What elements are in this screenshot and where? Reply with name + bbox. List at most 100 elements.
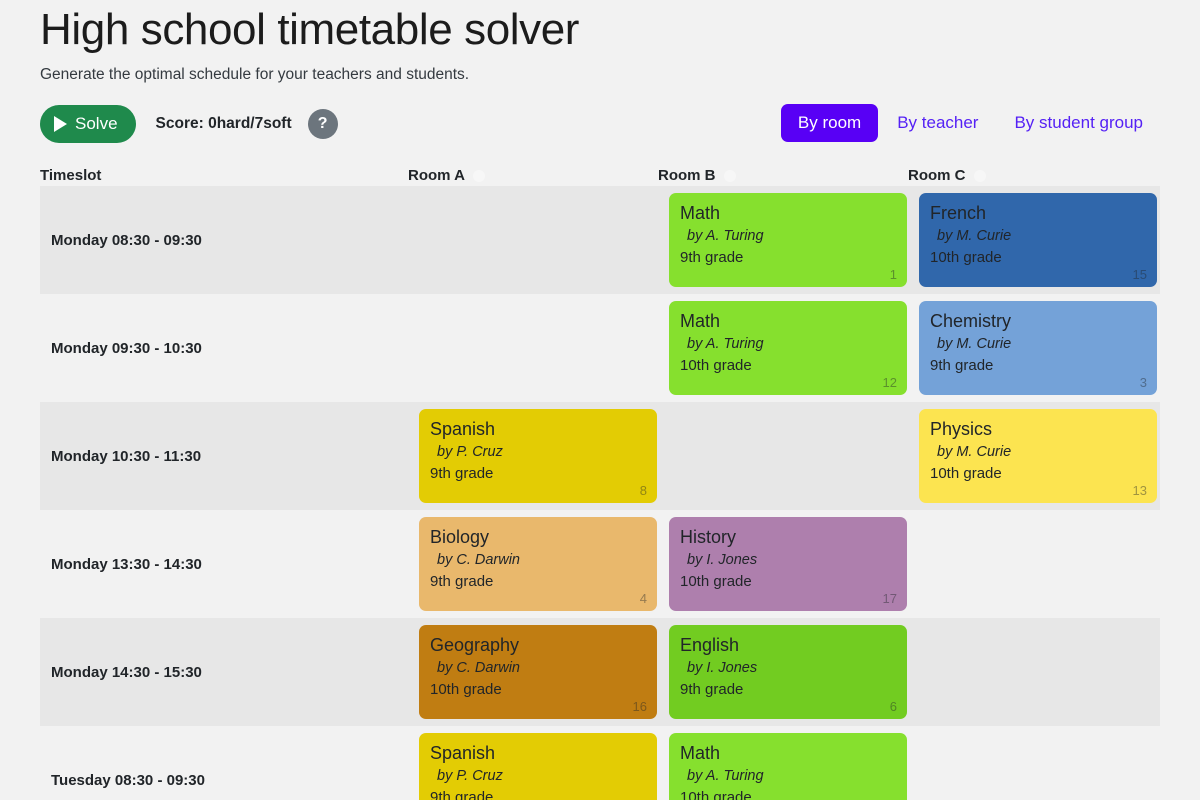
room-cell: [919, 510, 1169, 618]
page-subtitle: Generate the optimal schedule for your t…: [40, 66, 470, 84]
empty-slot[interactable]: [419, 193, 657, 287]
column-header-room-a[interactable]: Room A: [408, 167, 658, 184]
room-cell: Math by A. Turing 9th grade 1: [669, 186, 919, 294]
lesson-teacher: by I. Jones: [687, 659, 758, 676]
room-cell: [669, 402, 919, 510]
lesson-teacher: by I. Jones: [687, 551, 758, 568]
timeslot-label: Monday 10:30 - 11:30: [51, 447, 202, 465]
empty-slot[interactable]: [669, 409, 907, 503]
room-cell: Biology by C. Darwin 9th grade 4: [419, 510, 669, 618]
empty-slot[interactable]: [919, 625, 1157, 719]
tab-by-student-group[interactable]: By student group: [997, 104, 1160, 142]
room-b-dot-icon: [723, 169, 736, 182]
lesson-student-group: 10th grade: [680, 572, 752, 590]
play-icon: [54, 116, 67, 133]
lesson-teacher: by P. Cruz: [437, 767, 503, 784]
room-cell: French by M. Curie 10th grade 15: [919, 186, 1169, 294]
timetable: Timeslot Room A Room B Room C Monday 08:…: [40, 158, 1160, 800]
column-header-room-b-label: Room B: [658, 167, 716, 185]
lesson-card[interactable]: Spanishby P. Cruz9th grade9: [419, 733, 657, 800]
help-button[interactable]: ?: [307, 109, 338, 140]
lesson-card[interactable]: Math by A. Turing 9th grade 1: [669, 193, 907, 288]
room-cell: [419, 186, 669, 294]
lesson-student-group: 10th grade: [680, 356, 752, 374]
lesson-card[interactable]: Biology by C. Darwin 9th grade 4: [419, 517, 657, 612]
lesson-card[interactable]: French by M. Curie 10th grade 15: [919, 193, 1157, 288]
room-cell: Physics by M. Curie 10th grade 13: [919, 402, 1169, 510]
room-cell: History by I. Jones 10th grade 17: [669, 510, 919, 618]
lesson-card[interactable]: Mathby A. Turing10th grade10: [669, 733, 907, 800]
column-header-timeslot-label: Timeslot: [40, 167, 102, 185]
lesson-card[interactable]: Geography by C. Darwin 10th grade 16: [419, 625, 657, 720]
room-cell: Spanish by P. Cruz 9th grade 8: [419, 402, 669, 510]
timetable-app: High school timetable solver Generate th…: [0, 0, 1200, 800]
lesson-subject: Math: [680, 203, 721, 224]
table-row: Monday 10:30 - 11:30 Spanish by P. Cruz 9th…: [40, 402, 1160, 511]
room-cell: Geography by C. Darwin 10th grade 16: [419, 618, 669, 726]
room-a-dot-icon: [472, 169, 485, 182]
lesson-card[interactable]: Chemistry by M. Curie 9th grade 3: [919, 301, 1157, 396]
lesson-student-group: 9th grade: [430, 572, 494, 590]
lesson-subject: History: [680, 527, 737, 548]
tab-by-room[interactable]: By room: [780, 104, 879, 143]
empty-slot[interactable]: [919, 517, 1157, 611]
lesson-id: 4: [639, 591, 647, 607]
room-cell: Math by A. Turing 10th grade 12: [669, 294, 919, 402]
lesson-teacher: by C. Darwin: [437, 659, 520, 676]
page-header: High school timetable solver Generate th…: [0, 0, 1200, 84]
lesson-subject: Physics: [930, 419, 993, 440]
timeslot-label: Monday 14:30 - 15:30: [51, 663, 202, 681]
lesson-student-group: 9th grade: [430, 464, 494, 482]
page-title: High school timetable solver: [40, 5, 580, 54]
column-header-room-b[interactable]: Room B: [658, 167, 908, 184]
room-cell: Spanishby P. Cruz9th grade9: [419, 726, 669, 800]
lesson-card[interactable]: Math by A. Turing 10th grade 12: [669, 301, 907, 396]
lesson-student-group: 9th grade: [430, 788, 494, 800]
lesson-student-group: 9th grade: [930, 356, 994, 374]
room-cell: Mathby A. Turing10th grade10: [669, 726, 919, 800]
solve-button[interactable]: Solve: [40, 105, 136, 144]
lesson-teacher: by M. Curie: [937, 335, 1012, 352]
table-row: Tuesday 08:30 - 09:30 Spanish by P. Cruz 9t…: [40, 726, 1160, 800]
lesson-subject: Math: [680, 743, 721, 764]
lesson-id: 3: [1139, 375, 1147, 391]
toolbar: Solve Score: 0hard/7soft ? By room By te…: [40, 104, 1160, 144]
column-header-room-c[interactable]: Room C: [908, 167, 1158, 184]
table-row: Monday 14:30 - 15:30 Geography by C. Darwi…: [40, 618, 1160, 727]
lesson-student-group: 10th grade: [930, 464, 1002, 482]
lesson-subject: Chemistry: [930, 311, 1012, 332]
tab-by-teacher[interactable]: By teacher: [880, 104, 995, 142]
empty-slot[interactable]: [419, 301, 657, 395]
lesson-card[interactable]: Spanish by P. Cruz 9th grade 8: [419, 409, 657, 504]
solve-button-label: Solve: [75, 114, 118, 134]
lesson-id: 12: [882, 375, 897, 391]
lesson-student-group: 10th grade: [680, 788, 752, 800]
lesson-id: 1: [889, 267, 897, 283]
lesson-student-group: 9th grade: [680, 248, 744, 266]
lesson-id: 6: [889, 699, 897, 715]
lesson-teacher: by C. Darwin: [437, 551, 520, 568]
table-row: Monday 08:30 - 09:30 Math by A. Turing 9th …: [40, 186, 1160, 295]
lesson-card[interactable]: History by I. Jones 10th grade 17: [669, 517, 907, 612]
lesson-id: 16: [632, 699, 647, 715]
timeslot-label: Tuesday 08:30 - 09:30: [51, 771, 205, 789]
lesson-student-group: 10th grade: [930, 248, 1002, 266]
lesson-id: 13: [1132, 483, 1147, 499]
timetable-body: Monday 08:30 - 09:30 Math by A. Turing 9th …: [40, 186, 1160, 800]
empty-slot[interactable]: [919, 733, 1157, 800]
lesson-card[interactable]: Physics by M. Curie 10th grade 13: [919, 409, 1157, 504]
column-header-room-c-label: Room C: [908, 167, 966, 185]
lesson-card[interactable]: English by I. Jones 9th grade 6: [669, 625, 907, 720]
column-header-timeslot: Timeslot: [40, 167, 408, 184]
room-cell: English by I. Jones 9th grade 6: [669, 618, 919, 726]
lesson-subject: Geography: [430, 635, 520, 656]
lesson-student-group: 9th grade: [680, 680, 744, 698]
room-cell: [919, 618, 1169, 726]
room-cell: Chemistry by M. Curie 9th grade 3: [919, 294, 1169, 402]
lesson-id: 17: [882, 591, 897, 607]
room-c-dot-icon: [973, 169, 986, 182]
timeslot-label: Monday 08:30 - 09:30: [51, 231, 202, 249]
lesson-subject: Spanish: [430, 743, 496, 764]
room-cell: [419, 294, 669, 402]
lesson-subject: Biology: [430, 527, 490, 548]
